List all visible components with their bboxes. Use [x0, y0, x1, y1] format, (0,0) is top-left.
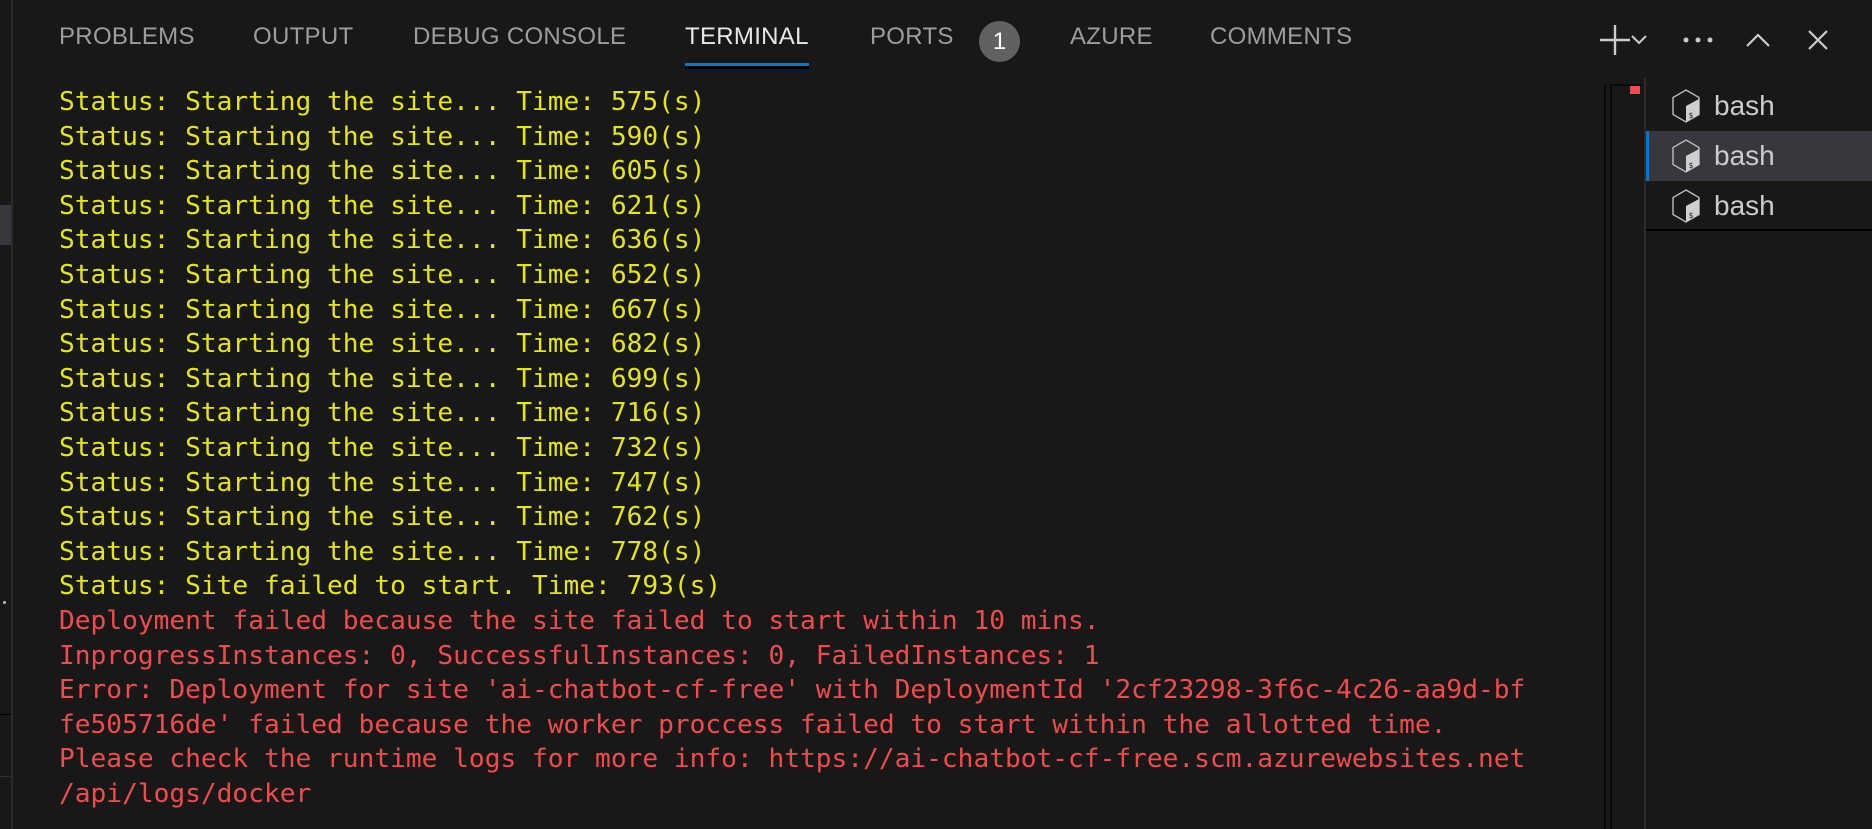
terminal-status-line: Status: Starting the site... Time: 732(s…: [59, 432, 706, 463]
terminal-status-line: Status: Starting the site... Time: 575(s…: [59, 87, 706, 117]
ellipsis-icon: [1683, 37, 1713, 43]
ports-count-badge: 1: [979, 21, 1020, 62]
tab-ports[interactable]: PORTS: [870, 23, 954, 63]
close-panel-button[interactable]: [1798, 18, 1838, 62]
terminal-error-line: /api/logs/docker: [59, 778, 312, 809]
terminal-status-line: Status: Starting the site... Time: 652(s…: [59, 259, 706, 290]
bash-icon: $_: [1672, 139, 1700, 173]
terminal-tab-label: bash: [1714, 140, 1775, 171]
overview-ruler: [1610, 84, 1642, 829]
terminal-status-line: Status: Starting the site... Time: 605(s…: [59, 156, 706, 187]
terminal-status-line: Status: Starting the site... Time: 778(s…: [59, 536, 706, 567]
tab-problems[interactable]: PROBLEMS: [59, 23, 195, 63]
terminal-lines: Status: Starting the site... Time: 575(s…: [59, 85, 1525, 811]
adjacent-pane-selected-row: [0, 205, 11, 245]
terminal-error-line: Deployment failed because the site faile…: [59, 605, 1100, 636]
terminal-status-line: Status: Starting the site... Time: 699(s…: [59, 363, 706, 394]
svg-text:$_: $_: [1689, 111, 1699, 120]
terminal-status-line: Status: Starting the site... Time: 747(s…: [59, 467, 706, 498]
maximize-panel-button[interactable]: [1738, 18, 1778, 62]
chevron-down-icon: [1631, 35, 1647, 45]
terminal-error-line: InprogressInstances: 0, SuccessfulInstan…: [59, 640, 1100, 671]
terminal-error-line: fe505716de' failed because the worker pr…: [59, 709, 1447, 740]
terminal-tab-item[interactable]: $_ bash: [1646, 181, 1872, 231]
adjacent-pane-glyph: [3, 601, 6, 604]
error-marker: [1630, 86, 1640, 94]
terminal-error-line: Please check the runtime logs for more i…: [59, 744, 1526, 775]
terminal-status-line: Status: Starting the site... Time: 636(s…: [59, 225, 706, 256]
tab-debug-console[interactable]: DEBUG CONSOLE: [413, 23, 626, 63]
tab-azure[interactable]: AZURE: [1070, 23, 1153, 63]
svg-text:$_: $_: [1689, 161, 1699, 170]
tab-terminal[interactable]: TERMINAL: [685, 23, 809, 69]
svg-text:$_: $_: [1689, 211, 1699, 220]
terminal-output[interactable]: Status: Starting the site... Time: 575(s…: [13, 80, 1603, 829]
terminal-tab-item[interactable]: $_ bash: [1646, 131, 1872, 181]
divider: [1646, 229, 1872, 231]
terminal-status-line: Status: Starting the site... Time: 590(s…: [59, 121, 706, 152]
terminal-status-line: Status: Starting the site... Time: 716(s…: [59, 398, 706, 429]
tab-comments[interactable]: COMMENTS: [1210, 23, 1352, 63]
tab-output[interactable]: OUTPUT: [253, 23, 353, 63]
divider: [0, 714, 11, 715]
terminal-error-line: Error: Deployment for site 'ai-chatbot-c…: [59, 675, 1526, 706]
more-actions-button[interactable]: [1678, 18, 1718, 62]
bash-icon: $_: [1672, 189, 1700, 223]
terminal-status-line: Status: Starting the site... Time: 621(s…: [59, 190, 706, 221]
terminal-status-line: Status: Starting the site... Time: 762(s…: [59, 502, 706, 533]
terminal-tab-item[interactable]: $_ bash: [1646, 81, 1872, 131]
terminal-scrollbar[interactable]: [1604, 84, 1646, 829]
panel-actions: [1580, 18, 1872, 62]
terminal-status-line: Status: Starting the site... Time: 682(s…: [59, 329, 706, 360]
divider: [0, 776, 11, 777]
terminal-tab-label: bash: [1714, 190, 1775, 221]
bash-icon: $_: [1672, 89, 1700, 123]
terminal-status-line: Status: Site failed to start. Time: 793(…: [59, 571, 722, 602]
terminal-tabs-list: $_ bash $_ bash $_ bash: [1646, 81, 1872, 231]
terminal-tab-label: bash: [1714, 90, 1775, 121]
terminal-status-line: Status: Starting the site... Time: 667(s…: [59, 294, 706, 325]
adjacent-pane-edge: [0, 0, 13, 829]
chevron-up-icon: [1746, 33, 1770, 47]
launch-profile-button[interactable]: [1624, 18, 1654, 62]
close-icon: [1808, 30, 1828, 50]
